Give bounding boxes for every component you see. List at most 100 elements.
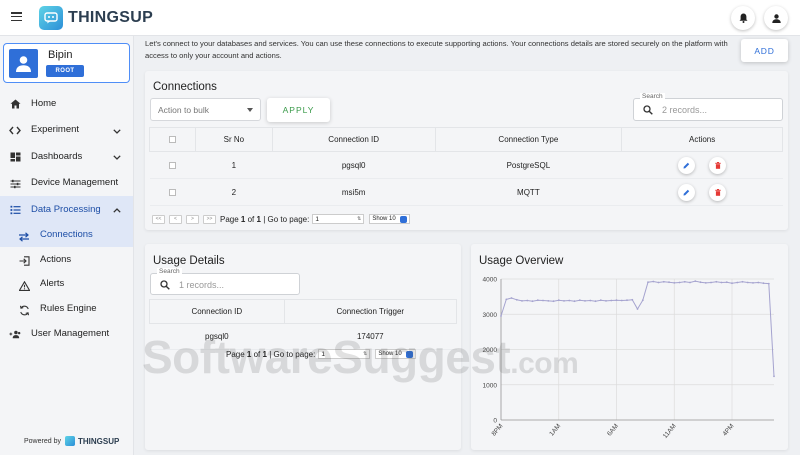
page-size-select[interactable]: Show 10: [369, 214, 410, 224]
search-input[interactable]: [662, 103, 772, 117]
sidebar-item-label: Home: [31, 97, 57, 109]
last-page-button[interactable]: >>: [203, 214, 216, 224]
table-header-row: Connection ID Connection Trigger: [149, 299, 458, 324]
sidebar-item-user-management[interactable]: User Management: [0, 321, 133, 348]
user-avatar-icon: [16, 56, 31, 72]
delete-button[interactable]: [709, 183, 727, 201]
goto-page-value: 1: [315, 215, 319, 223]
column-header[interactable]: Connection ID: [271, 127, 436, 152]
sidebar-item-alerts[interactable]: Alerts: [0, 272, 133, 297]
data-point: [631, 298, 634, 301]
stepper-icon[interactable]: ⇅: [363, 351, 367, 357]
actions-cell: [621, 178, 783, 206]
logo-text: THINGSUP: [68, 9, 154, 26]
data-point: [515, 298, 518, 301]
data-point: [699, 281, 702, 284]
notifications-button[interactable]: [731, 6, 755, 30]
sidebar-item-rules-engine[interactable]: Rules Engine: [0, 296, 133, 321]
users-icon: [9, 329, 21, 341]
edit-button[interactable]: [678, 183, 695, 201]
sr-no-cell: 2: [195, 178, 273, 206]
select-all-checkbox[interactable]: [168, 136, 176, 144]
data-point: [584, 300, 586, 302]
sidebar-item-label: Experiment: [31, 124, 80, 136]
sidebar-item-label: Rules Engine: [40, 302, 97, 314]
y-tick-label: 1000: [483, 382, 498, 389]
chevron-down-icon[interactable]: [113, 152, 121, 163]
chevron-down-icon[interactable]: [113, 126, 121, 137]
select-all-cell: [149, 127, 196, 152]
data-point: [552, 300, 555, 303]
data-point: [662, 280, 665, 283]
data-point: [594, 300, 597, 303]
sr-no-cell: 1: [195, 151, 273, 179]
page-total: 1: [256, 214, 261, 224]
data-point: [641, 299, 644, 302]
role-badge: ROOT: [46, 65, 84, 77]
logo[interactable]: THINGSUP: [39, 6, 153, 30]
user-card[interactable]: Bipin ROOT: [3, 43, 130, 83]
usage-search[interactable]: Search: [150, 268, 300, 295]
sidebar-item-label: User Management: [31, 328, 110, 340]
account-button[interactable]: [764, 6, 788, 30]
data-point: [689, 281, 691, 284]
trash-icon: [715, 161, 721, 169]
data-point: [542, 299, 544, 302]
stepper-icon[interactable]: ⇅: [357, 216, 361, 222]
column-header[interactable]: Connection Trigger: [283, 299, 458, 324]
bulk-action-select[interactable]: Action to bulk: [150, 98, 261, 121]
data-point: [704, 282, 707, 284]
top-bar: THINGSUP: [0, 0, 800, 36]
menu-icon[interactable]: [11, 12, 22, 22]
column-header[interactable]: Connection Type: [434, 127, 623, 152]
data-point: [557, 299, 560, 302]
connections-search[interactable]: Search: [633, 93, 783, 121]
sidebar-item-experiment[interactable]: Experiment: [0, 117, 133, 144]
powered-by-brand: THINGSUP: [77, 436, 120, 446]
login-arrow-icon: [18, 255, 30, 267]
row-select-cell: [149, 151, 196, 179]
search-icon: [643, 105, 653, 118]
goto-page-input[interactable]: 1 ⇅: [312, 214, 365, 224]
add-button[interactable]: ADD: [741, 39, 788, 62]
prev-page-button[interactable]: <: [169, 214, 182, 224]
goto-page-value: 1: [321, 350, 325, 358]
chevron-up-icon[interactable]: [113, 205, 121, 216]
data-point: [741, 280, 744, 283]
connections-table: Sr No Connection ID Connection Type Acti…: [149, 127, 783, 206]
sidebar-item-actions[interactable]: Actions: [0, 247, 133, 272]
usage-overview-chart: 0 1000 2000 3000 4000 8PM 1AM 6AM 11AM 4PM: [483, 277, 775, 440]
first-page-button[interactable]: <<: [152, 214, 165, 224]
delete-button[interactable]: [709, 156, 727, 174]
column-header[interactable]: Sr No: [194, 127, 273, 152]
page-size-select[interactable]: Show 10: [375, 349, 416, 359]
column-header[interactable]: Connection ID: [149, 299, 285, 324]
data-point: [521, 300, 523, 302]
next-page-button[interactable]: >: [186, 214, 199, 224]
sidebar-item-connections[interactable]: Connections: [0, 222, 133, 247]
data-point: [573, 300, 576, 303]
row-checkbox[interactable]: [168, 188, 176, 196]
search-input[interactable]: [179, 278, 289, 292]
sidebar-item-dashboards[interactable]: Dashboards: [0, 143, 133, 170]
data-point: [610, 299, 613, 302]
select-toggle-icon: [405, 350, 413, 358]
data-point: [757, 281, 760, 284]
avatar: [9, 49, 38, 78]
sidebar-item-device-management[interactable]: Device Management: [0, 170, 133, 197]
row-checkbox[interactable]: [168, 161, 176, 169]
bulk-action-placeholder: Action to bulk: [158, 104, 210, 115]
y-tick-label: 3000: [483, 312, 498, 319]
list-icon: [9, 204, 21, 216]
sidebar-item-data-processing[interactable]: Data Processing: [0, 196, 133, 223]
edit-button[interactable]: [678, 156, 695, 174]
bell-icon: [739, 13, 747, 23]
sidebar-item-home[interactable]: Home: [0, 90, 133, 117]
goto-page-input[interactable]: 1 ⇅: [318, 349, 371, 359]
x-tick-label: 4PM: [722, 423, 736, 438]
logo-mark-icon: [39, 6, 63, 30]
data-point: [510, 297, 513, 299]
usage-pager: Page 1 of 1 | Go to page: 1 ⇅ Show 10: [226, 349, 416, 359]
apply-button[interactable]: APPLY: [267, 98, 330, 122]
powered-by: Powered by THINGSUP: [24, 436, 119, 446]
